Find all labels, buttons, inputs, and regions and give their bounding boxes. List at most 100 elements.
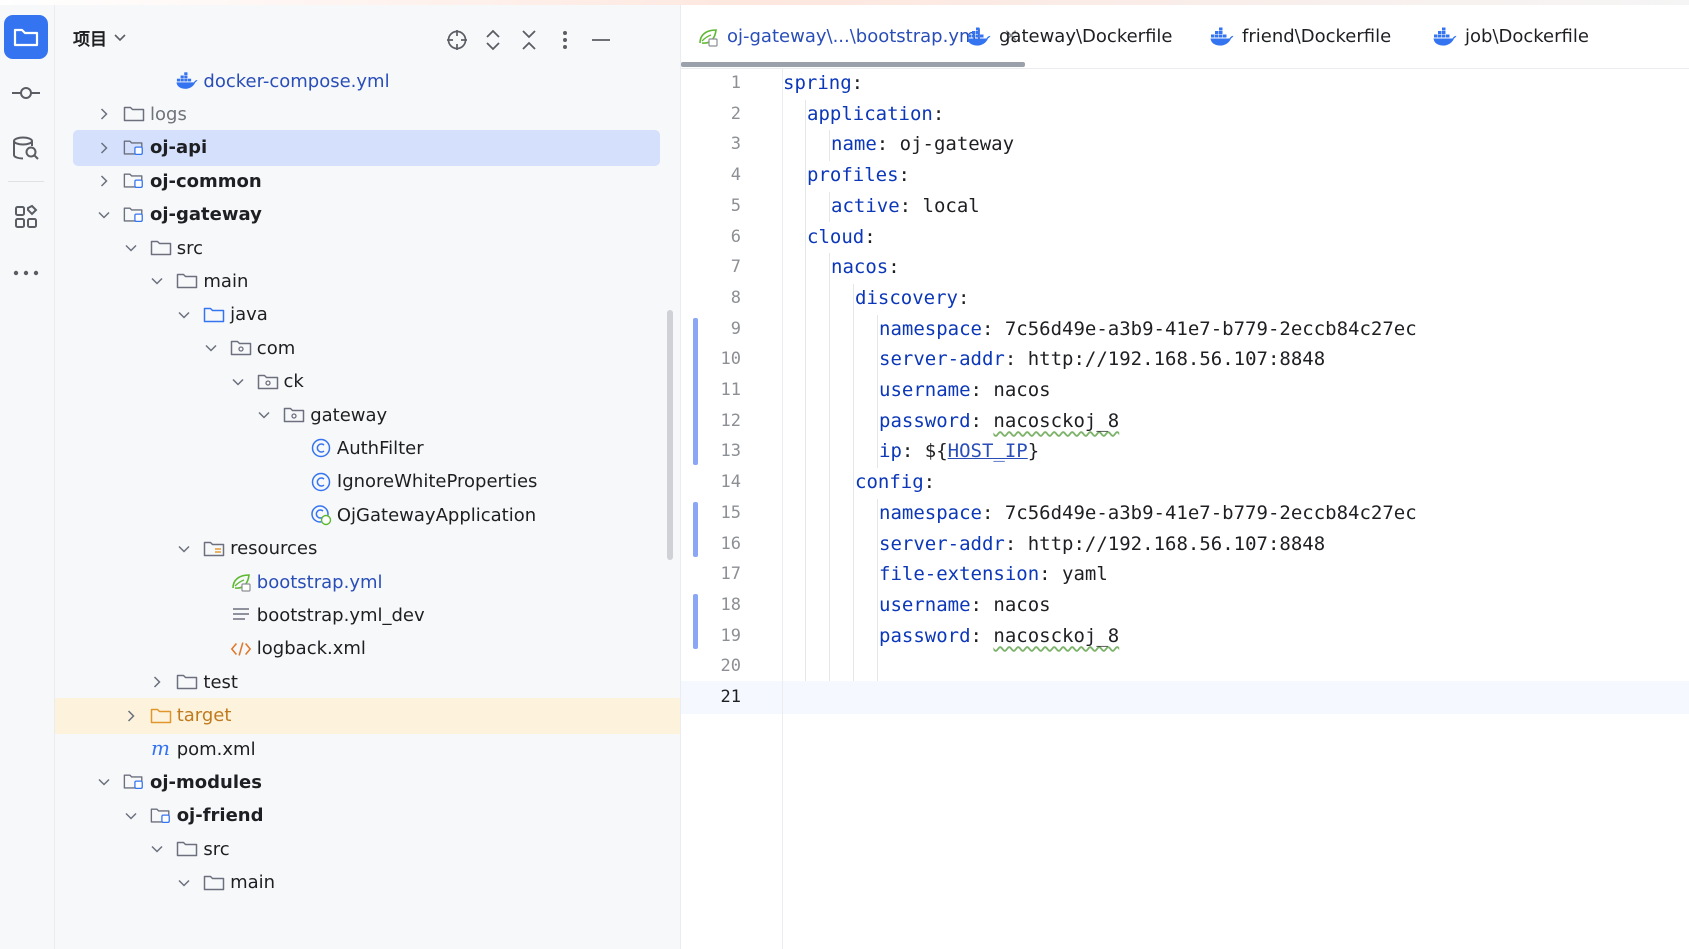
tree-item[interactable]: oj-api <box>73 129 660 166</box>
chevron-down-icon[interactable] <box>176 307 192 323</box>
chevron-down-icon[interactable] <box>176 541 192 557</box>
collapse-all-button[interactable] <box>516 27 542 53</box>
tree-item[interactable]: src <box>55 831 680 867</box>
project-tool-button[interactable] <box>4 15 48 59</box>
code-line[interactable]: discovery: <box>783 282 1689 315</box>
tree-item-label: AuthFilter <box>336 437 424 459</box>
module-folder-icon <box>123 170 145 192</box>
line-number: 7 <box>730 257 741 278</box>
tree-item-label: src <box>176 237 203 259</box>
database-tool-button[interactable] <box>4 127 48 171</box>
chevron-down-icon[interactable] <box>176 875 192 891</box>
tree-item[interactable]: oj-modules <box>55 764 680 800</box>
activity-bar <box>0 5 55 949</box>
placeholder-reference[interactable]: HOST_IP <box>948 440 1028 462</box>
chevron-right-icon[interactable] <box>96 106 112 122</box>
code-line[interactable]: name: oj-gateway <box>783 128 1689 161</box>
code-line[interactable]: cloud: <box>783 221 1689 254</box>
code-line[interactable]: profiles: <box>783 159 1689 192</box>
code-line[interactable]: username: nacos <box>783 374 1689 407</box>
code-line[interactable]: password: nacosckoj_8 <box>783 405 1689 438</box>
chevron-right-icon[interactable] <box>123 708 139 724</box>
project-view-selector[interactable]: 项目 <box>73 25 127 50</box>
code-area[interactable]: spring: application: name: oj-gateway profi… <box>783 68 1689 949</box>
hide-panel-button[interactable] <box>588 27 614 53</box>
tree-item[interactable]: com <box>55 330 680 366</box>
code-line[interactable]: spring: <box>783 67 1689 100</box>
yaml-key: username <box>879 593 971 616</box>
tree-item[interactable]: resources <box>55 531 680 567</box>
tree-item[interactable]: oj-common <box>55 163 680 199</box>
tree-item[interactable]: bootstrap.yml <box>55 564 680 600</box>
tree-item[interactable]: src <box>55 230 680 266</box>
tree-item[interactable]: gateway <box>55 397 680 433</box>
editor-tab[interactable]: gateway\Dockerfile <box>967 5 1173 68</box>
tree-item[interactable]: java <box>55 297 680 333</box>
code-line[interactable]: username: nacos <box>783 589 1689 622</box>
tree-item[interactable]: ck <box>55 364 680 400</box>
tree-item[interactable]: main <box>55 263 680 299</box>
yaml-separator: : <box>888 256 900 279</box>
yaml-value: nacos <box>993 379 1051 401</box>
code-line[interactable]: namespace: 7c56d49e-a3b9-41e7-b779-2eccb… <box>783 497 1689 530</box>
code-line[interactable]: namespace: 7c56d49e-a3b9-41e7-b779-2eccb… <box>783 313 1689 346</box>
module-folder-icon <box>150 805 172 827</box>
code-line[interactable]: server-addr: http://192.168.56.107:8848 <box>783 528 1689 561</box>
chevron-down-icon[interactable] <box>230 374 246 390</box>
structure-tool-button[interactable] <box>4 195 48 239</box>
code-line[interactable]: file-extension: yaml <box>783 558 1689 591</box>
tree-item[interactable]: logback.xml <box>55 631 680 667</box>
tree-item[interactable]: IgnoreWhiteProperties <box>55 464 680 500</box>
tree-item[interactable]: oj-friend <box>55 798 680 834</box>
yaml-key: server-addr <box>879 348 1005 371</box>
tree-item[interactable]: logs <box>55 96 680 132</box>
tree-item[interactable]: docker-compose.yml <box>55 63 680 99</box>
editor-tab[interactable]: friend\Dockerfile <box>1210 5 1391 68</box>
crosshair-icon <box>447 30 467 50</box>
chevron-down-icon[interactable] <box>149 273 165 289</box>
svg-text:m: m <box>151 739 170 759</box>
tree-item[interactable]: m pom.xml <box>55 731 680 767</box>
tree-item[interactable]: OjGatewayApplication <box>55 497 680 533</box>
yaml-key: application <box>807 102 933 125</box>
code-line[interactable]: nacos: <box>783 251 1689 284</box>
chevron-down-icon[interactable] <box>203 340 219 356</box>
tree-item[interactable]: oj-gateway <box>55 197 680 233</box>
code-line[interactable] <box>783 681 1689 714</box>
tree-item[interactable]: AuthFilter <box>55 430 680 466</box>
tree-scrollbar[interactable] <box>667 310 673 560</box>
package-icon <box>283 404 305 426</box>
yaml-separator: : <box>970 624 994 647</box>
tree-item-label: test <box>203 671 238 693</box>
chevron-down-icon[interactable] <box>123 808 139 824</box>
commit-tool-button[interactable] <box>4 71 48 115</box>
folder-icon <box>203 872 225 894</box>
tree-item[interactable]: main <box>55 865 680 901</box>
code-line[interactable] <box>783 650 1689 683</box>
chevron-right-icon[interactable] <box>149 674 165 690</box>
editor-tab[interactable]: job\Dockerfile <box>1433 5 1589 68</box>
line-number: 15 <box>720 502 741 523</box>
yaml-key: spring <box>783 72 852 94</box>
locate-file-button[interactable] <box>444 27 470 53</box>
code-line[interactable]: active: local <box>783 190 1689 223</box>
code-line[interactable]: password: nacosckoj_8 <box>783 620 1689 653</box>
chevron-down-icon[interactable] <box>149 841 165 857</box>
expand-all-button[interactable] <box>480 27 506 53</box>
code-line[interactable]: config: <box>783 466 1689 499</box>
chevron-right-icon[interactable] <box>96 173 112 189</box>
chevron-right-icon[interactable] <box>96 140 112 156</box>
chevron-down-icon[interactable] <box>123 240 139 256</box>
code-line[interactable]: server-addr: http://192.168.56.107:8848 <box>783 343 1689 376</box>
options-button[interactable] <box>552 27 578 53</box>
code-line[interactable]: application: <box>783 98 1689 131</box>
yaml-key: server-addr <box>879 532 1005 555</box>
chevron-down-icon[interactable] <box>96 774 112 790</box>
tree-item[interactable]: target <box>55 697 680 734</box>
tree-item[interactable]: bootstrap.yml_dev <box>55 597 680 633</box>
code-line[interactable]: ip: ${HOST_IP} <box>783 435 1689 468</box>
more-tools-button[interactable] <box>4 251 48 295</box>
chevron-down-icon[interactable] <box>256 407 272 423</box>
tree-item[interactable]: test <box>55 664 680 700</box>
chevron-down-icon[interactable] <box>96 207 112 223</box>
